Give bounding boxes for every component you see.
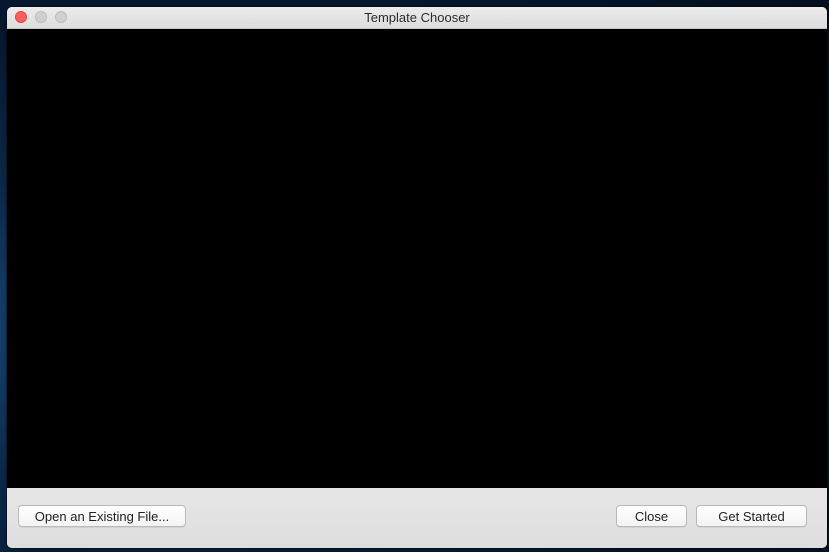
window-titlebar[interactable]: Template Chooser	[7, 7, 827, 29]
open-existing-file-button[interactable]: Open an Existing File...	[18, 505, 186, 527]
window-controls	[15, 11, 67, 23]
get-started-button[interactable]: Get Started	[696, 505, 807, 527]
template-preview-area	[7, 29, 827, 488]
template-chooser-window: Template Chooser Open an Existing File..…	[7, 7, 827, 548]
close-button[interactable]: Close	[616, 505, 687, 527]
dialog-footer: Open an Existing File... Close Get Start…	[7, 488, 827, 548]
maximize-window-icon[interactable]	[55, 11, 67, 23]
minimize-window-icon[interactable]	[35, 11, 47, 23]
close-window-icon[interactable]	[15, 11, 27, 23]
window-title: Template Chooser	[364, 10, 470, 25]
